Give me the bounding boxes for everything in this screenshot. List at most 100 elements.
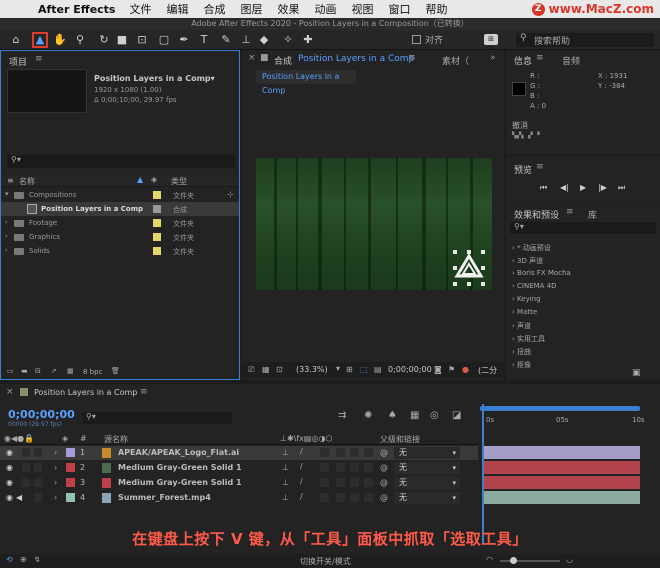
col-source-name[interactable]: 源名称 xyxy=(104,434,128,445)
menu-help[interactable]: 帮助 xyxy=(425,1,447,17)
layer-row[interactable]: ◉ ◀ › 4 Summer_Forest.mp4 ⊥ / @ 无 ▾ xyxy=(0,491,478,505)
pen-tool-icon[interactable]: ✒ xyxy=(176,32,192,48)
render-time-icon[interactable]: ⟲ xyxy=(6,555,13,564)
zoom-slider[interactable] xyxy=(500,560,560,562)
menu-effect[interactable]: 效果 xyxy=(277,1,299,17)
graph-editor-icon[interactable]: ◪ xyxy=(452,410,461,421)
frame-blend-switch[interactable] xyxy=(336,493,345,502)
3d-layer-switch[interactable] xyxy=(364,463,373,472)
close-icon[interactable]: × xyxy=(6,387,14,397)
new-folder-icon[interactable]: ▬ xyxy=(21,367,28,375)
lock-icon[interactable]: ■ xyxy=(260,53,269,63)
trash-icon[interactable]: 🗑 xyxy=(111,367,120,375)
expand-icon[interactable]: › xyxy=(54,493,57,502)
layer-duration-bar[interactable] xyxy=(482,446,640,459)
zoom-slider-handle[interactable] xyxy=(510,557,517,564)
flowchart-icon[interactable]: ➚ xyxy=(51,367,57,375)
layer-duration-bar[interactable] xyxy=(482,476,640,489)
3d-layer-switch[interactable] xyxy=(364,448,373,457)
effects-category[interactable]: › Keying xyxy=(512,295,541,303)
hand-tool-icon[interactable]: ✋ xyxy=(52,32,68,48)
new-comp-icon[interactable]: ⊟ xyxy=(35,367,41,375)
effects-category[interactable]: › Matte xyxy=(512,308,537,316)
menu-app-name[interactable]: After Effects xyxy=(38,3,115,16)
bounding-handle[interactable] xyxy=(453,266,457,270)
effects-category[interactable]: › 3D 声道 xyxy=(512,256,543,266)
parent-dropdown[interactable]: 无 ▾ xyxy=(394,477,460,489)
solo-toggle[interactable] xyxy=(22,463,30,472)
bounding-handle[interactable] xyxy=(481,282,485,286)
pan-behind-tool-icon[interactable]: ⊡ xyxy=(134,32,150,48)
layer-name[interactable]: APEAK/APEAK_Logo_Flat.ai xyxy=(118,448,239,457)
camera-tool-icon[interactable]: ■ xyxy=(114,32,130,48)
label-tag-icon[interactable]: ◈ xyxy=(151,175,157,184)
project-settings-icon[interactable]: ▦ xyxy=(67,367,74,375)
timeline-current-time[interactable]: 0;00;00;00 xyxy=(8,408,75,421)
quality-switch-icon[interactable]: / xyxy=(300,492,303,501)
motion-blur-switch[interactable] xyxy=(350,478,359,487)
layer-name[interactable]: Medium Gray-Green Solid 1 xyxy=(118,463,242,472)
expand-icon[interactable]: › xyxy=(5,246,8,254)
layer-duration-bar[interactable] xyxy=(482,461,640,474)
label-color[interactable] xyxy=(153,205,161,213)
quality-switch-icon[interactable]: / xyxy=(300,477,303,486)
interpret-footage-icon[interactable]: ▭ xyxy=(7,367,14,375)
eye-icon[interactable]: ◉ xyxy=(6,463,13,472)
layer-row[interactable]: ◉ › 2 Medium Gray-Green Solid 1 ⊥ / @ 无 ▾ xyxy=(0,461,478,475)
pick-whip-icon[interactable]: @ xyxy=(380,478,388,487)
label-color[interactable] xyxy=(153,191,161,199)
av-features-icon[interactable]: ◉◀●🔒 xyxy=(4,434,34,443)
parent-dropdown[interactable]: 无 ▾ xyxy=(394,492,460,504)
vr-icon[interactable]: ⊡ xyxy=(276,365,283,374)
col-parent[interactable]: 父级和链接 xyxy=(380,434,420,445)
first-frame-icon[interactable]: ⏮ xyxy=(540,183,547,193)
snapshot-icon[interactable]: ◙ xyxy=(434,365,442,374)
effects-tab[interactable]: 效果和预设 xyxy=(514,208,559,221)
apeak-logo-layer[interactable] xyxy=(453,250,485,286)
layer-switches-icon[interactable]: ⊕ xyxy=(20,555,27,564)
play-icon[interactable]: ▶ xyxy=(580,183,586,192)
zoom-in-icon[interactable]: ◡ xyxy=(566,555,573,564)
effects-category[interactable]: › 扭曲 xyxy=(512,347,531,357)
effects-category[interactable]: › * 动画预设 xyxy=(512,243,551,253)
shy-switch-icon[interactable]: ⊥ xyxy=(282,493,289,502)
audio-icon[interactable]: ◀ xyxy=(16,493,22,502)
expand-icon[interactable]: › xyxy=(5,218,8,226)
puppet-tool-icon[interactable]: ✚ xyxy=(300,32,316,48)
show-snapshot-icon[interactable]: ⚑ xyxy=(448,365,455,374)
panel-menu-icon[interactable]: ≡ xyxy=(566,207,574,217)
layer-label-color[interactable] xyxy=(66,463,75,472)
fx-switch[interactable] xyxy=(320,463,329,472)
rotate-tool-icon[interactable]: ↻ xyxy=(96,32,112,48)
menu-file[interactable]: 文件 xyxy=(129,1,151,17)
color-channel-icon[interactable]: ● xyxy=(462,365,469,374)
composition-tab-name[interactable]: Position Layers in a Comp xyxy=(298,54,414,64)
menu-window[interactable]: 窗口 xyxy=(388,1,410,17)
region-of-interest-icon[interactable]: ⬚ xyxy=(360,365,368,374)
zoom-tool-icon[interactable]: ⚲ xyxy=(72,32,88,48)
eye-icon[interactable]: ◉ xyxy=(6,493,13,502)
panel-menu-icon[interactable]: ≡ xyxy=(35,54,43,64)
layer-duration-bar[interactable] xyxy=(482,491,640,504)
menu-view[interactable]: 视图 xyxy=(351,1,373,17)
frame-blending-icon[interactable]: ▦ xyxy=(410,410,419,421)
new-preset-icon[interactable]: ▣ xyxy=(632,368,641,378)
frame-blend-switch[interactable] xyxy=(336,448,345,457)
brush-tool-icon[interactable]: ✎ xyxy=(218,32,234,48)
work-area-bar[interactable] xyxy=(480,406,640,411)
effects-category[interactable]: › CINEMA 4D xyxy=(512,282,557,290)
col-type[interactable]: 类型 xyxy=(171,176,187,187)
layer-label-color[interactable] xyxy=(66,478,75,487)
rectangle-tool-icon[interactable]: ▢ xyxy=(156,32,172,48)
effects-category[interactable]: › 声道 xyxy=(512,321,531,331)
menu-composition[interactable]: 合成 xyxy=(203,1,225,17)
menu-icon[interactable]: ≡ xyxy=(7,176,14,185)
project-item[interactable]: Position Layers in a Comp 合成 xyxy=(1,202,239,216)
type-tool-icon[interactable]: T xyxy=(196,32,212,48)
eye-icon[interactable]: ◉ xyxy=(6,478,13,487)
quality-switch-icon[interactable]: / xyxy=(300,462,303,471)
bounding-handle[interactable] xyxy=(467,282,471,286)
draft-3d-icon[interactable]: ✺ xyxy=(364,410,372,421)
layer-name[interactable]: Medium Gray-Green Solid 1 xyxy=(118,478,242,487)
align-checkbox[interactable] xyxy=(412,35,421,44)
